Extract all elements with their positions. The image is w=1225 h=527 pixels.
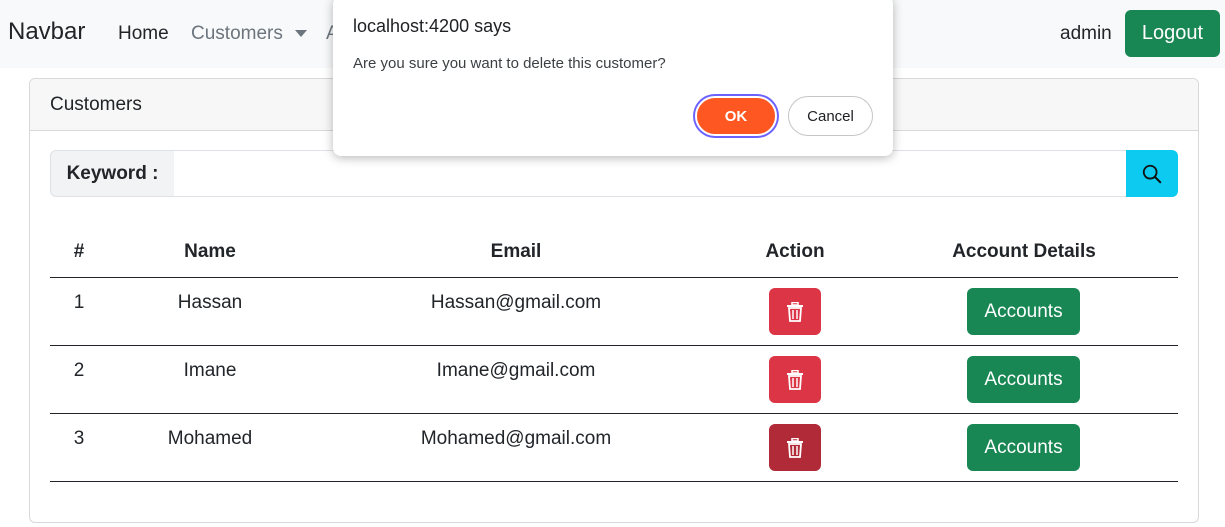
username-label: admin <box>1060 23 1112 44</box>
column-header-id: # <box>73 241 85 262</box>
cell-name: Imane <box>183 360 237 381</box>
column-header-email: Email <box>490 241 542 262</box>
table-row: 1 Hassan Hassan@gmail.com Accounts <box>50 278 1178 346</box>
search-icon <box>1142 164 1162 183</box>
dialog-message: Are you sure you want to delete this cus… <box>353 55 666 72</box>
cancel-button[interactable]: Cancel <box>788 96 873 136</box>
table-row: 3 Mohamed Mohamed@gmail.com Accounts <box>50 414 1178 482</box>
cell-email: Imane@gmail.com <box>436 360 596 381</box>
delete-button[interactable] <box>769 356 821 403</box>
cell-name: Hassan <box>177 292 243 313</box>
customers-table: # Name Email Action Account Details 1 Ha… <box>50 226 1178 482</box>
cell-id: 1 <box>73 292 85 313</box>
navbar-brand[interactable]: Navbar <box>8 18 85 46</box>
trash-icon <box>787 369 803 390</box>
trash-icon <box>787 301 803 322</box>
accounts-button[interactable]: Accounts <box>967 288 1080 335</box>
caret-down-icon[interactable] <box>295 30 307 37</box>
delete-button[interactable] <box>769 424 821 471</box>
column-header-name: Name <box>184 241 236 262</box>
search-button[interactable] <box>1126 150 1178 197</box>
ok-button[interactable]: OK <box>695 96 777 136</box>
nav-item-customers[interactable]: Customers <box>191 23 283 45</box>
column-header-account-details: Account Details <box>952 241 1096 262</box>
confirm-dialog: localhost:4200 says Are you sure you wan… <box>333 0 893 156</box>
cell-email: Mohamed@gmail.com <box>420 428 612 449</box>
column-header-action: Action <box>765 241 825 262</box>
delete-button[interactable] <box>769 288 821 335</box>
table-row: 2 Imane Imane@gmail.com Accounts <box>50 346 1178 414</box>
cell-email: Hassan@gmail.com <box>430 292 602 313</box>
accounts-button[interactable]: Accounts <box>967 356 1080 403</box>
trash-icon <box>787 437 803 458</box>
table-header: # Name Email Action Account Details <box>50 226 1178 278</box>
cell-id: 3 <box>73 428 85 449</box>
cell-name: Mohamed <box>167 428 253 449</box>
dialog-title: localhost:4200 says <box>353 16 512 36</box>
nav-item-home[interactable]: Home <box>118 23 169 45</box>
keyword-input[interactable] <box>174 150 1127 197</box>
accounts-button[interactable]: Accounts <box>967 424 1080 471</box>
cell-id: 2 <box>73 360 85 381</box>
keyword-label: Keyword : <box>50 150 175 197</box>
search-form: Keyword : <box>50 150 1178 197</box>
logout-button[interactable]: Logout <box>1125 10 1220 57</box>
